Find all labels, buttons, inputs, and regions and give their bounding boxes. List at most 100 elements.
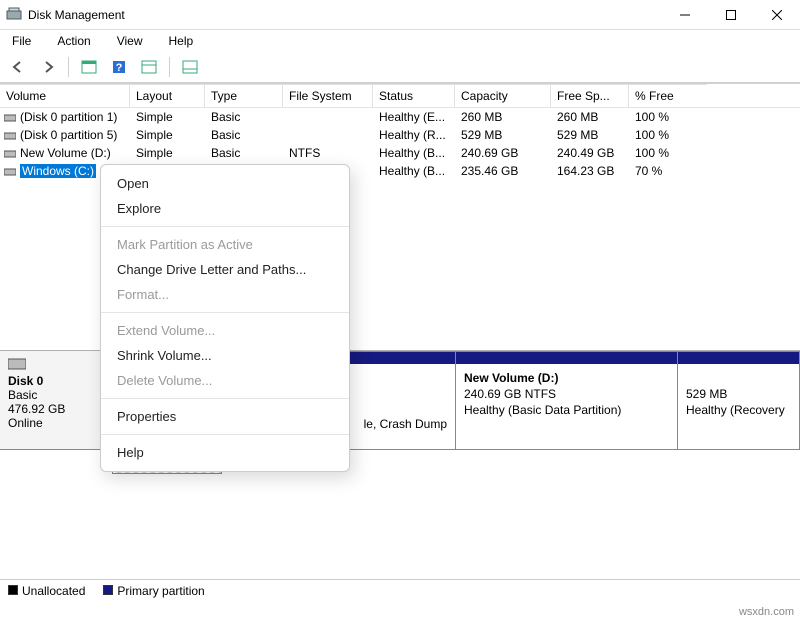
legend: Unallocated Primary partition <box>0 579 800 602</box>
cell-layout: Simple <box>130 110 205 124</box>
menu-separator <box>101 398 349 399</box>
cell-free: 529 MB <box>551 128 629 142</box>
cell-capacity: 235.46 GB <box>455 164 551 178</box>
col-percent-free[interactable]: % Free <box>629 84 707 107</box>
cell-pfree: 100 % <box>629 110 707 124</box>
partition-header <box>456 352 677 364</box>
menu-change-drive-letter[interactable]: Change Drive Letter and Paths... <box>101 257 349 282</box>
col-volume[interactable]: Volume <box>0 84 130 107</box>
col-type[interactable]: Type <box>205 84 283 107</box>
volume-row[interactable]: New Volume (D:) Simple Basic NTFS Health… <box>0 144 800 162</box>
window-controls <box>662 0 800 30</box>
swatch-unallocated <box>8 585 18 595</box>
menu-mark-active: Mark Partition as Active <box>101 232 349 257</box>
menu-extend-volume: Extend Volume... <box>101 318 349 343</box>
menu-shrink-volume[interactable]: Shrink Volume... <box>101 343 349 368</box>
col-free-space[interactable]: Free Sp... <box>551 84 629 107</box>
help-icon[interactable]: ? <box>107 56 131 78</box>
watermark: wsxdn.com <box>739 606 794 618</box>
cell-free: 260 MB <box>551 110 629 124</box>
view-bottom-icon[interactable] <box>178 56 202 78</box>
swatch-primary <box>103 585 113 595</box>
legend-primary: Primary partition <box>117 584 204 598</box>
cell-fs: NTFS <box>283 146 373 160</box>
volume-name: (Disk 0 partition 5) <box>20 128 117 142</box>
cell-capacity: 529 MB <box>455 128 551 142</box>
window-title: Disk Management <box>28 8 125 22</box>
cell-capacity: 260 MB <box>455 110 551 124</box>
cell-free: 240.49 GB <box>551 146 629 160</box>
svg-text:?: ? <box>116 62 123 74</box>
menu-view[interactable]: View <box>113 32 147 50</box>
back-button[interactable] <box>6 56 30 78</box>
cell-capacity: 240.69 GB <box>455 146 551 160</box>
titlebar: Disk Management <box>0 0 800 30</box>
menu-format: Format... <box>101 282 349 307</box>
column-headers: Volume Layout Type File System Status Ca… <box>0 84 800 108</box>
volume-icon <box>4 166 16 176</box>
menu-help[interactable]: Help <box>101 440 349 465</box>
disk-info[interactable]: Disk 0 Basic 476.92 GB Online <box>0 351 112 450</box>
menu-help[interactable]: Help <box>165 32 198 50</box>
volume-row[interactable]: (Disk 0 partition 5) Simple Basic Health… <box>0 126 800 144</box>
app-icon <box>6 7 22 23</box>
menubar: File Action View Help <box>0 30 800 52</box>
cell-type: Basic <box>205 110 283 124</box>
menu-properties[interactable]: Properties <box>101 404 349 429</box>
menu-action[interactable]: Action <box>53 32 94 50</box>
menu-separator <box>101 312 349 313</box>
menu-open[interactable]: Open <box>101 171 349 196</box>
menu-separator <box>101 226 349 227</box>
partition-status-fragment: le, Crash Dump <box>364 416 447 432</box>
cell-pfree: 100 % <box>629 128 707 142</box>
toolbar: ? <box>0 52 800 83</box>
volume-icon <box>4 112 16 122</box>
cell-status: Healthy (R... <box>373 128 455 142</box>
partition-title: New Volume (D:) <box>464 371 558 385</box>
partition-recovery[interactable]: 529 MB Healthy (Recovery <box>678 351 800 450</box>
partition-size: 529 MB <box>686 387 727 401</box>
cell-status: Healthy (B... <box>373 146 455 160</box>
view-top-icon[interactable] <box>137 56 161 78</box>
volume-name: New Volume (D:) <box>20 146 111 160</box>
volume-name: Windows (C:) <box>20 164 96 178</box>
cell-pfree: 100 % <box>629 146 707 160</box>
context-menu: Open Explore Mark Partition as Active Ch… <box>100 164 350 472</box>
cell-status: Healthy (E... <box>373 110 455 124</box>
col-capacity[interactable]: Capacity <box>455 84 551 107</box>
partition-d[interactable]: New Volume (D:) 240.69 GB NTFS Healthy (… <box>456 351 678 450</box>
col-filesystem[interactable]: File System <box>283 84 373 107</box>
close-button[interactable] <box>754 0 800 30</box>
cell-type: Basic <box>205 128 283 142</box>
disk-status: Online <box>8 416 103 430</box>
volume-icon <box>4 130 16 140</box>
volume-icon <box>4 148 16 158</box>
partition-status: Healthy (Basic Data Partition) <box>464 403 621 417</box>
disk-size: 476.92 GB <box>8 402 103 416</box>
cell-layout: Simple <box>130 128 205 142</box>
col-status[interactable]: Status <box>373 84 455 107</box>
partition-status: Healthy (Recovery <box>686 403 785 417</box>
cell-layout: Simple <box>130 146 205 160</box>
legend-unallocated: Unallocated <box>22 584 85 598</box>
partition-header <box>678 352 799 364</box>
cell-type: Basic <box>205 146 283 160</box>
show-hide-console-tree-icon[interactable] <box>77 56 101 78</box>
menu-file[interactable]: File <box>8 32 35 50</box>
minimize-button[interactable] <box>662 0 708 30</box>
volume-row[interactable]: (Disk 0 partition 1) Simple Basic Health… <box>0 108 800 126</box>
maximize-button[interactable] <box>708 0 754 30</box>
partition-size: 240.69 GB NTFS <box>464 387 556 401</box>
menu-separator <box>101 434 349 435</box>
disk-type: Basic <box>8 388 103 402</box>
cell-free: 164.23 GB <box>551 164 629 178</box>
col-layout[interactable]: Layout <box>130 84 205 107</box>
disk-label: Disk 0 <box>8 374 103 388</box>
cell-status: Healthy (B... <box>373 164 455 178</box>
forward-button[interactable] <box>36 56 60 78</box>
cell-pfree: 70 % <box>629 164 707 178</box>
menu-explore[interactable]: Explore <box>101 196 349 221</box>
volume-name: (Disk 0 partition 1) <box>20 110 117 124</box>
menu-delete-volume: Delete Volume... <box>101 368 349 393</box>
disk-icon <box>8 357 26 371</box>
